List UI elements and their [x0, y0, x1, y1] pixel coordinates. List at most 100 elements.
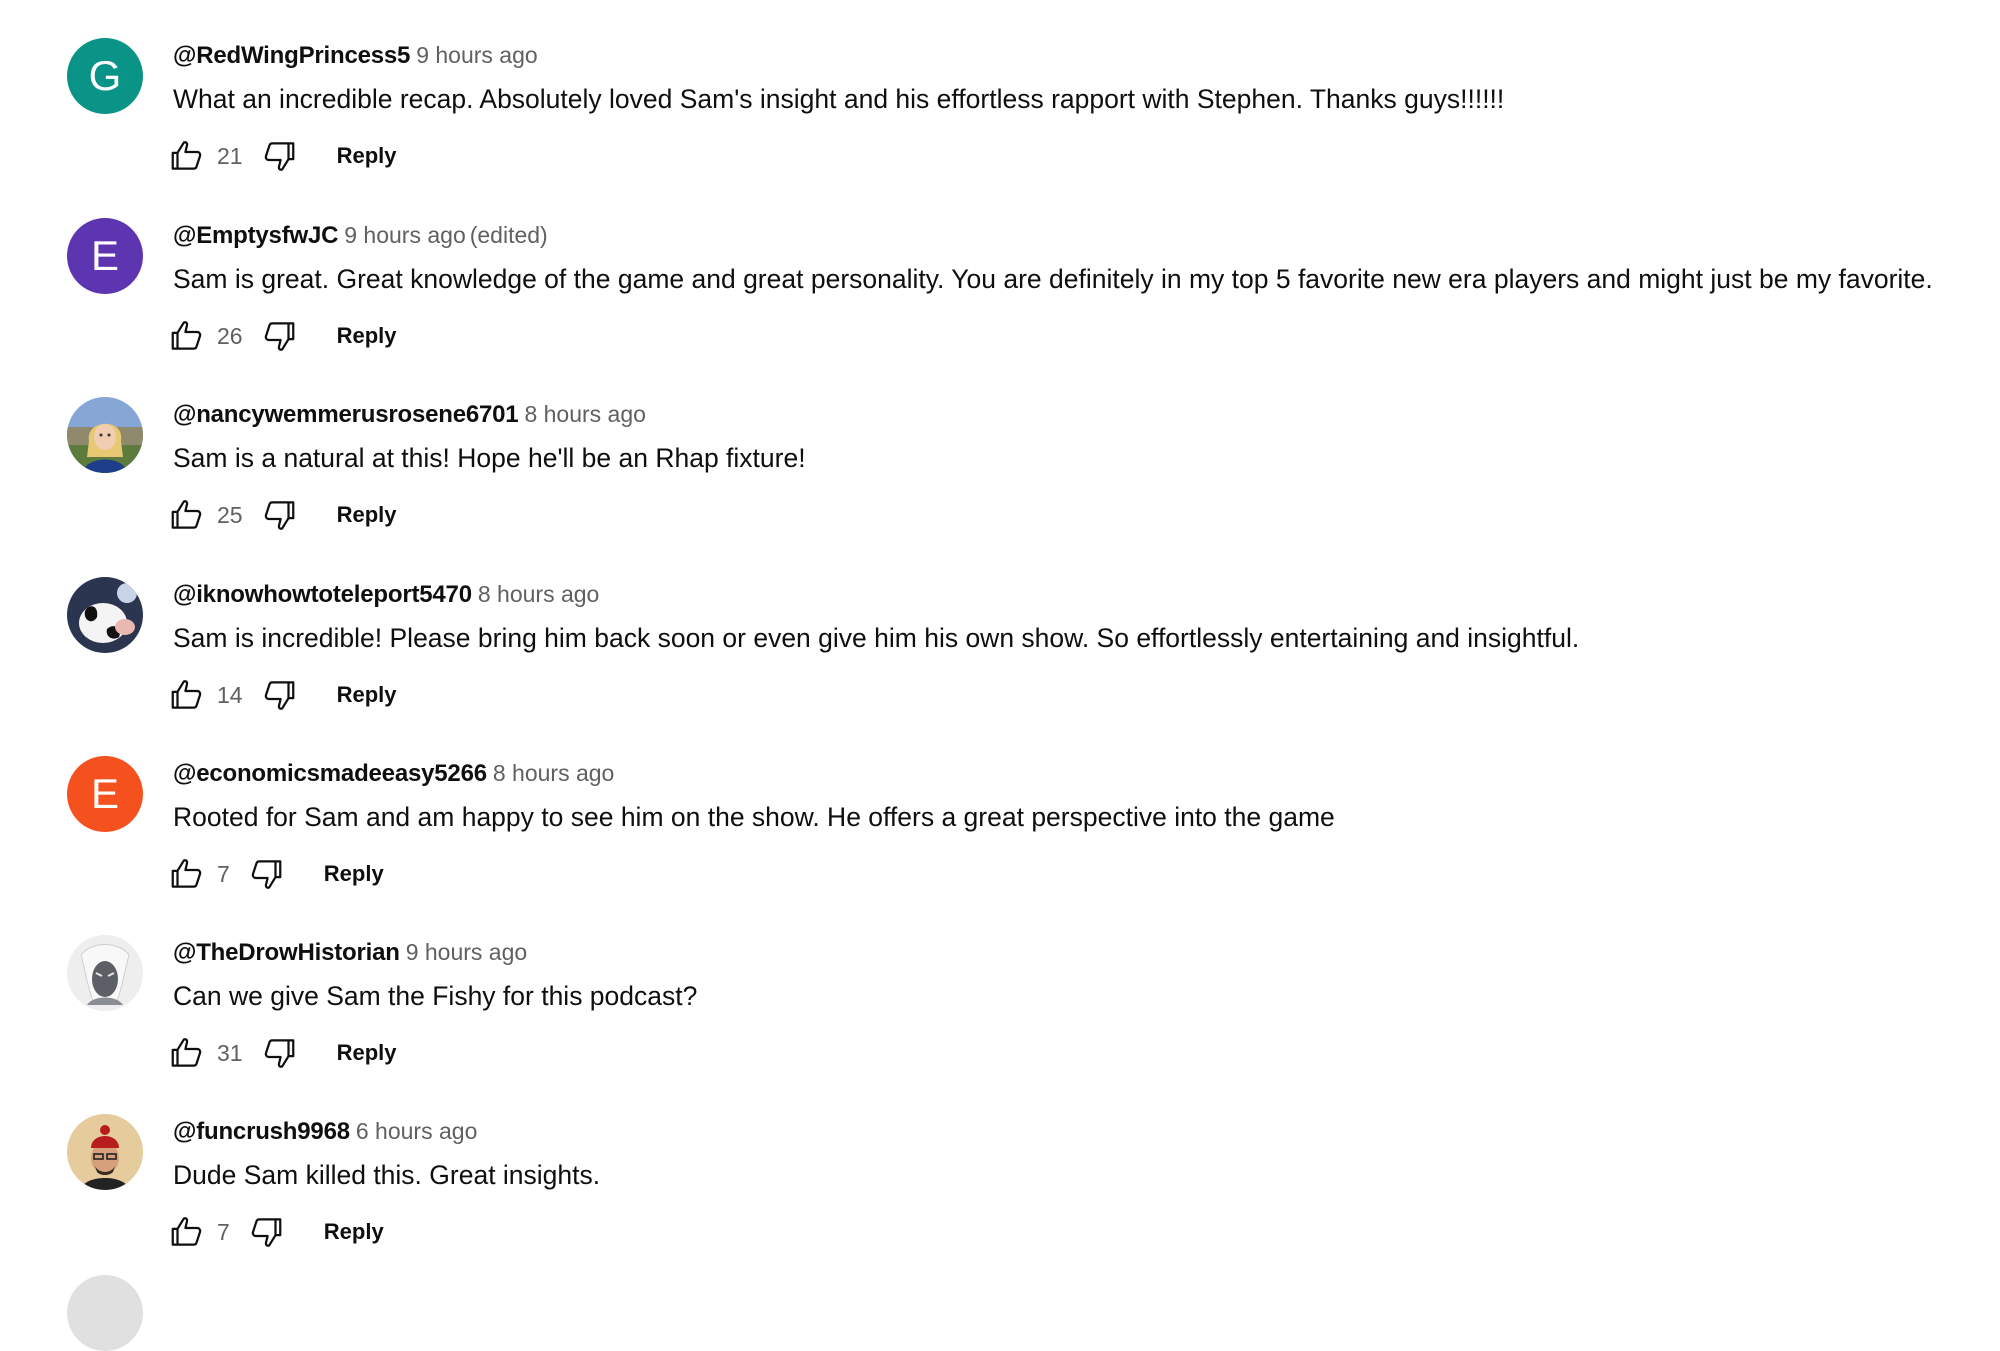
comment-time[interactable]: 9 hours ago — [344, 222, 465, 248]
dislike-button[interactable] — [259, 136, 299, 176]
comment-actions: 7 Reply — [167, 1212, 384, 1252]
profile-photo-icon — [67, 1114, 143, 1190]
avatar[interactable]: G — [67, 38, 143, 114]
avatar[interactable] — [67, 397, 143, 473]
comment-header: @EmptysfwJC 9 hours ago (edited) — [173, 220, 548, 254]
comment-thread: @TheDrowHistorian 9 hours ago Can we give… — [0, 897, 2000, 1075]
like-button[interactable] — [167, 854, 207, 894]
author-name[interactable]: @EmptysfwJC — [173, 222, 338, 249]
like-button[interactable] — [167, 675, 207, 715]
comment-text: Sam is incredible! Please bring him back… — [173, 623, 1580, 653]
thumbs-down-icon — [264, 1039, 294, 1068]
comment-actions: 26 Reply — [167, 316, 397, 356]
thumbs-down-icon — [251, 860, 282, 889]
dislike-button[interactable] — [259, 495, 299, 535]
avatar[interactable] — [67, 1114, 143, 1190]
author-name[interactable]: @iknowhowtoteleport5470 — [173, 581, 472, 608]
like-button[interactable] — [167, 316, 207, 356]
avatar[interactable]: E — [67, 218, 143, 294]
reply-button[interactable]: Reply — [337, 1040, 397, 1066]
comment-actions: 21 Reply — [167, 136, 397, 176]
thumbs-down-icon — [264, 142, 294, 171]
like-count: 21 — [217, 142, 243, 169]
comment-time[interactable]: 8 hours ago — [493, 760, 614, 786]
like-button[interactable] — [167, 495, 207, 535]
like-count: 26 — [217, 322, 243, 349]
comment-time[interactable]: 8 hours ago — [478, 581, 599, 607]
thumbs-down-icon — [264, 322, 294, 351]
profile-photo-icon — [67, 577, 143, 653]
profile-photo-icon — [67, 935, 143, 1011]
comment-thread: E @economicsmadeeasy5266 8 hours ago Root… — [0, 718, 2000, 896]
thumbs-up-icon — [171, 859, 202, 888]
profile-photo-icon — [67, 397, 143, 473]
comment-actions: 14 Reply — [167, 675, 397, 715]
comment-time[interactable]: 8 hours ago — [524, 401, 645, 427]
reply-button[interactable]: Reply — [337, 323, 397, 349]
comment-actions: 25 Reply — [167, 495, 397, 535]
dislike-button[interactable] — [259, 675, 299, 715]
comment-header: @funcrush9968 6 hours ago — [173, 1116, 477, 1150]
author-name[interactable]: @TheDrowHistorian — [173, 939, 400, 966]
avatar-letter: E — [90, 232, 119, 279]
reply-button[interactable]: Reply — [337, 143, 397, 169]
comment-actions: 31 Reply — [167, 1033, 397, 1073]
comment-time[interactable]: 9 hours ago — [406, 939, 527, 965]
like-button[interactable] — [167, 136, 207, 176]
comment-header: @economicsmadeeasy5266 8 hours ago — [173, 758, 614, 792]
like-count: 7 — [217, 1218, 230, 1245]
thumbs-up-icon — [171, 321, 202, 350]
comment-header: @nancywemmerusrosene6701 8 hours ago — [173, 399, 646, 433]
avatar[interactable]: E — [67, 756, 143, 832]
comment-thread: @nancywemmerusrosene6701 8 hours ago Sam … — [0, 359, 2000, 537]
thumbs-up-icon — [171, 1217, 202, 1246]
comment-text: Sam is a natural at this! Hope he'll be … — [173, 443, 806, 473]
thumbs-down-icon — [264, 501, 294, 530]
edited-label: (edited) — [469, 222, 548, 248]
author-name[interactable]: @funcrush9968 — [173, 1118, 350, 1145]
comment-header: @iknowhowtoteleport5470 8 hours ago — [173, 579, 599, 613]
thumbs-up-icon — [171, 141, 202, 170]
thumbs-up-icon — [171, 680, 202, 709]
comment-text: Dude Sam killed this. Great insights. — [173, 1160, 601, 1190]
comment-thread: @iknowhowtoteleport5470 8 hours ago Sam i… — [0, 539, 2000, 717]
comment-header: @RedWingPrincess5 9 hours ago — [173, 40, 538, 74]
comment-text: Can we give Sam the Fishy for this podca… — [173, 981, 698, 1011]
next-comment-avatar — [67, 1275, 143, 1351]
comment-text: What an incredible recap. Absolutely lov… — [173, 84, 1505, 114]
like-count: 7 — [217, 860, 230, 887]
avatar[interactable] — [67, 577, 143, 653]
avatar-letter: G — [88, 52, 122, 99]
comment-text: Sam is great. Great knowledge of the gam… — [173, 264, 1933, 294]
thumbs-down-icon — [251, 1218, 282, 1247]
like-count: 14 — [217, 681, 243, 708]
comment-actions: 7 Reply — [167, 854, 384, 894]
comment-text: Rooted for Sam and am happy to see him o… — [173, 802, 1335, 832]
author-name[interactable]: @nancywemmerusrosene6701 — [173, 401, 519, 428]
comment-time[interactable]: 6 hours ago — [356, 1118, 477, 1144]
comment-header: @TheDrowHistorian 9 hours ago — [173, 937, 527, 971]
reply-button[interactable]: Reply — [324, 861, 384, 887]
like-count: 25 — [217, 501, 243, 528]
reply-button[interactable]: Reply — [324, 1219, 384, 1245]
comment-thread: E @EmptysfwJC 9 hours ago (edited) Sam is … — [0, 180, 2000, 358]
dislike-button[interactable] — [246, 1212, 286, 1252]
like-count: 31 — [217, 1039, 243, 1066]
thumbs-up-icon — [171, 1038, 202, 1067]
like-button[interactable] — [167, 1033, 207, 1073]
avatar[interactable] — [67, 935, 143, 1011]
dislike-button[interactable] — [259, 1033, 299, 1073]
author-name[interactable]: @RedWingPrincess5 — [173, 42, 410, 69]
comment-thread: G @RedWingPrincess5 9 hours ago What an i… — [0, 0, 2000, 178]
dislike-button[interactable] — [259, 316, 299, 356]
thumbs-up-icon — [171, 500, 202, 529]
comment-thread: @funcrush9968 6 hours ago Dude Sam killed… — [0, 1076, 2000, 1254]
avatar-letter: E — [90, 770, 119, 817]
reply-button[interactable]: Reply — [337, 682, 397, 708]
thumbs-down-icon — [264, 681, 294, 710]
like-button[interactable] — [167, 1212, 207, 1252]
author-name[interactable]: @economicsmadeeasy5266 — [173, 760, 487, 787]
comment-time[interactable]: 9 hours ago — [416, 42, 537, 68]
dislike-button[interactable] — [246, 854, 286, 894]
reply-button[interactable]: Reply — [337, 502, 397, 528]
